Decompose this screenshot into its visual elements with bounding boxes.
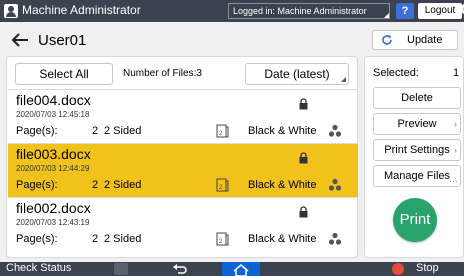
delete-button[interactable]: Delete (373, 87, 461, 109)
page-count: 2 (92, 233, 99, 245)
svg-text:2: 2 (219, 131, 223, 137)
page-title: User01 (38, 32, 87, 49)
refresh-icon (382, 35, 392, 45)
pages-label: Page(s): (16, 233, 58, 245)
page-count: 2 (92, 179, 99, 191)
login-status-field[interactable]: Logged in: Machine Administrator (228, 3, 390, 19)
home-icon (233, 264, 249, 276)
file-row[interactable]: file002.docx 2020/07/03 12:43:19 Page(s)… (8, 197, 358, 251)
sided-label: 2 Sided (104, 125, 142, 137)
file-date: 2020/07/03 12:44:29 (16, 164, 90, 173)
selected-label: Selected: (373, 67, 419, 79)
multi-copy-icon (328, 124, 342, 137)
chevron-right-icon: › (454, 145, 457, 155)
svg-text:2: 2 (219, 185, 223, 191)
stop-icon (392, 263, 404, 275)
expand-corner-icon (384, 13, 389, 18)
sided-label: 2 Sided (104, 179, 142, 191)
file-date: 2020/07/03 12:43:19 (16, 218, 90, 227)
stop-button[interactable]: Stop (416, 262, 439, 274)
home-button[interactable] (222, 262, 260, 276)
print-settings-label: Print Settings (384, 144, 450, 156)
print-settings-button[interactable]: Print Settings › (373, 139, 461, 161)
file-list-panel: Select All Number of Files:3 Date (lates… (6, 56, 358, 258)
print-button[interactable]: Print (393, 198, 437, 242)
pages-label: Page(s): (16, 179, 58, 191)
select-all-button[interactable]: Select All (15, 63, 113, 85)
help-button[interactable]: ? (396, 3, 414, 19)
update-label: Update (407, 34, 443, 46)
duplex-icon: 2 (216, 178, 229, 192)
action-panel: Selected: 1 Delete Preview › Print Setti… (364, 56, 464, 258)
logout-button[interactable]: Logout (418, 3, 462, 19)
sided-label: 2 Sided (104, 233, 142, 245)
username-label: Machine Administrator (22, 3, 141, 17)
duplex-icon: 2 (216, 232, 229, 246)
job-list-icon[interactable] (114, 263, 128, 275)
sort-label: Date (latest) (264, 67, 330, 81)
sort-dropdown[interactable]: Date (latest) (245, 63, 349, 85)
file-name: file003.docx (16, 146, 91, 162)
pages-label: Page(s): (16, 125, 58, 137)
file-row-selected[interactable]: file003.docx 2020/07/03 12:44:29 Page(s)… (8, 143, 358, 197)
file-row[interactable]: file004.docx 2020/07/03 12:45:18 Page(s)… (8, 89, 358, 143)
preview-label: Preview (397, 118, 437, 130)
file-date: 2020/07/03 12:45:18 (16, 110, 90, 119)
page-count: 2 (92, 125, 99, 137)
back-arrow-icon[interactable] (172, 262, 188, 276)
multi-copy-icon (328, 178, 342, 191)
multi-copy-icon (328, 232, 342, 245)
color-mode-label: Black & White (248, 125, 317, 137)
color-mode-label: Black & White (248, 233, 317, 245)
preview-button[interactable]: Preview › (373, 113, 461, 135)
more-icon: … (449, 174, 458, 184)
moon-icon[interactable] (458, 2, 464, 16)
lock-icon (299, 152, 308, 164)
color-mode-label: Black & White (248, 179, 317, 191)
number-of-files-label: Number of Files:3 (123, 68, 202, 79)
file-name: file004.docx (16, 92, 91, 108)
file-name: file002.docx (16, 200, 91, 216)
chevron-right-icon: › (454, 119, 457, 129)
manage-files-button[interactable]: Manage Files … (373, 165, 461, 187)
lock-icon (299, 206, 308, 218)
bottom-bar: Check Status Stop (0, 262, 464, 276)
svg-text:2: 2 (219, 239, 223, 245)
selected-count: 1 (453, 67, 460, 79)
manage-files-label: Manage Files (383, 170, 451, 182)
back-arrow-icon (11, 33, 28, 47)
top-bar: Machine Administrator Logged in: Machine… (0, 0, 464, 22)
check-status-button[interactable]: Check Status (6, 262, 71, 274)
dropdown-corner-icon (341, 77, 346, 82)
lock-icon (299, 98, 308, 110)
user-icon (4, 4, 18, 18)
duplex-icon: 2 (216, 124, 229, 138)
back-button[interactable] (8, 28, 32, 52)
update-button[interactable]: Update (372, 30, 458, 50)
